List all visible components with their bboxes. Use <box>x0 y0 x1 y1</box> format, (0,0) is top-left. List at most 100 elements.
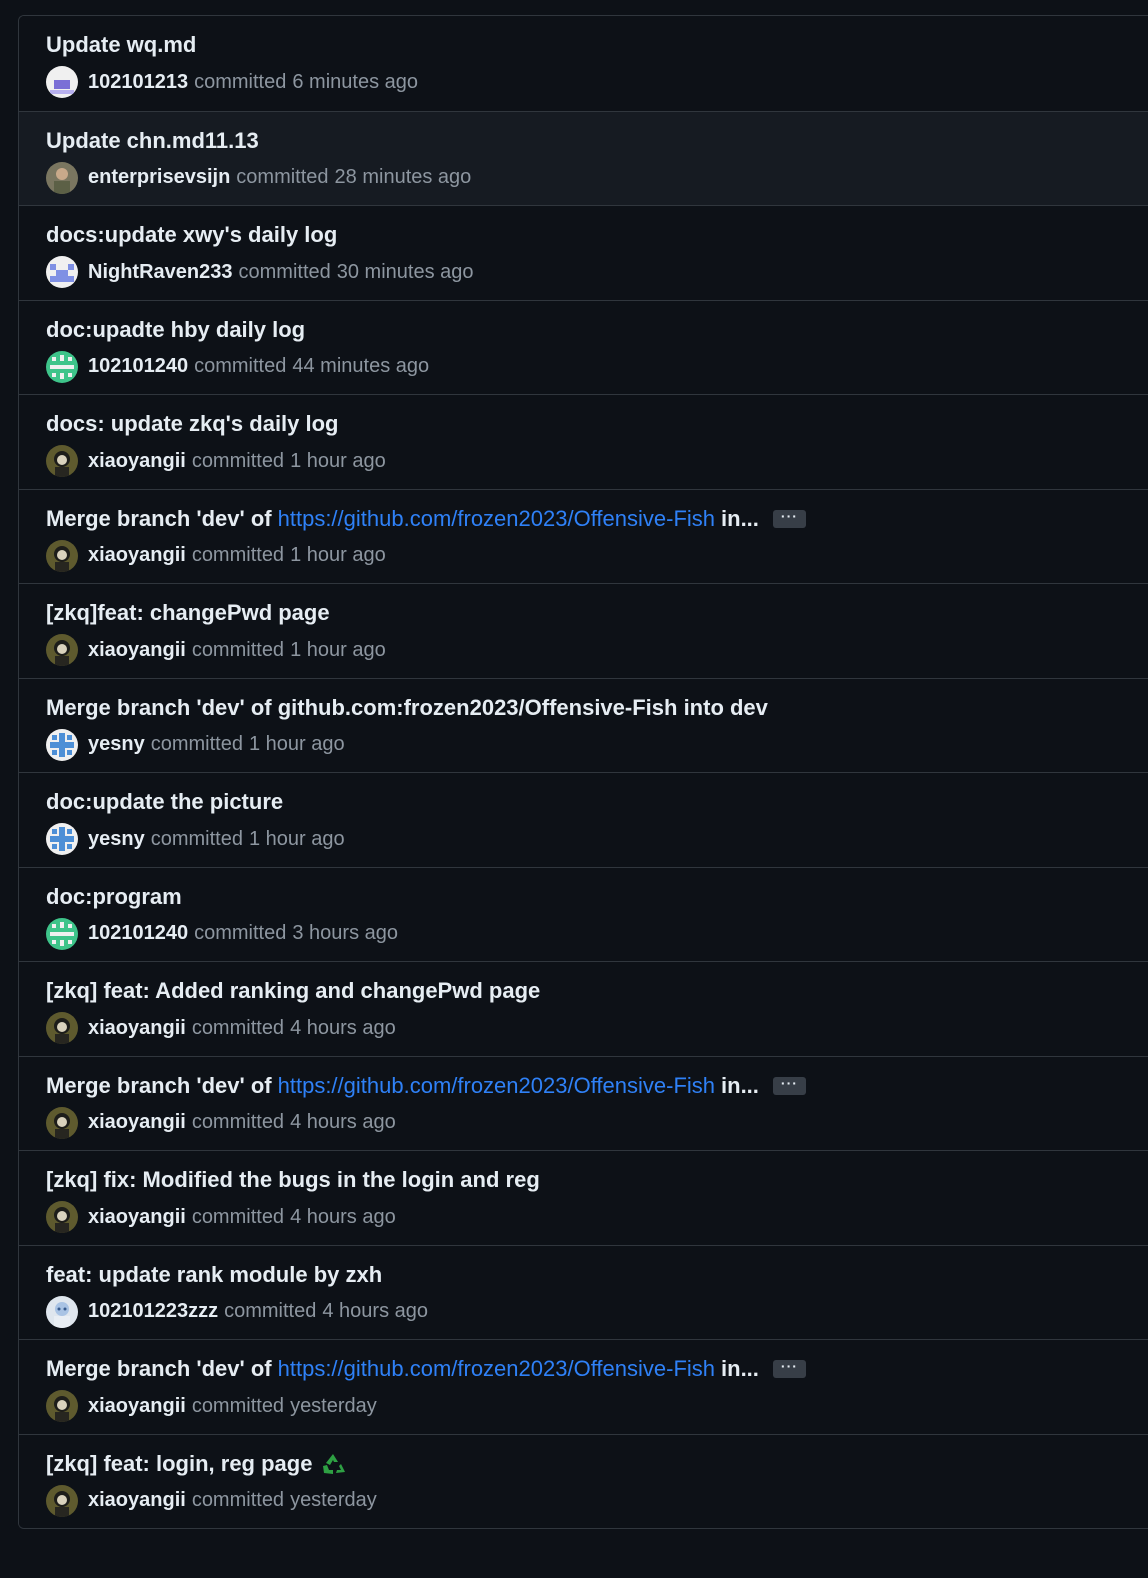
committed-label: committed <box>150 827 243 850</box>
commit-time: 28 minutes ago <box>334 166 472 188</box>
commit-row[interactable]: Update wq.md 102101213 committed 6 minutes … <box>19 16 1148 111</box>
commit-message-link[interactable]: Merge branch 'dev' of github.com:frozen2… <box>46 695 768 721</box>
commit-row[interactable]: [zkq]feat: changePwd page xiaoyangii commi… <box>19 583 1148 678</box>
author-link[interactable]: xiaoyangii <box>88 450 186 473</box>
author-link[interactable]: xiaoyangii <box>88 639 186 662</box>
commit-title: [zkq] feat: login, reg page <box>46 1451 346 1477</box>
commit-row[interactable]: docs: update zkq's daily log xiaoyangii co… <box>19 394 1148 489</box>
avatar[interactable] <box>46 1390 78 1422</box>
commit-row[interactable]: docs:update xwy's daily log NightRaven233… <box>19 205 1148 300</box>
avatar[interactable] <box>46 823 78 855</box>
avatar[interactable] <box>46 917 78 950</box>
committed-label: committed <box>191 544 285 566</box>
avatar[interactable] <box>46 256 78 288</box>
commit-time: 4 hours ago <box>290 1205 396 1228</box>
author-link[interactable]: xiaoyangii <box>88 1017 186 1040</box>
commit-message-link[interactable]: feat: update rank module by zxh <box>46 1262 382 1288</box>
committed-label: committed <box>194 355 287 377</box>
author-link[interactable]: yesny <box>88 828 145 851</box>
commit-message-suffix[interactable]: in... <box>721 506 759 532</box>
commit-row[interactable]: doc:update the picture yesny committed 1 ho… <box>19 772 1148 867</box>
commit-row[interactable]: [zkq] feat: login, reg page xiaoyangii com… <box>19 1433 1148 1528</box>
author-link[interactable]: xiaoyangii <box>88 544 186 567</box>
commit-row[interactable]: Merge branch 'dev' of https://github.com/… <box>19 1055 1148 1150</box>
avatar[interactable] <box>46 634 78 666</box>
commit-row[interactable]: [zkq] fix: Modified the bugs in the logi… <box>19 1150 1148 1245</box>
avatar[interactable] <box>46 1106 78 1139</box>
commit-message-link[interactable]: [zkq] feat: Added ranking and changePwd … <box>46 978 540 1004</box>
commit-row[interactable]: Update chn.md11.13 enterprisevsijn committ… <box>19 110 1148 205</box>
commit-meta: xiaoyangii committed 1 hour ago <box>46 445 386 477</box>
commit-time: 30 minutes ago <box>336 260 474 283</box>
author-link[interactable]: xiaoyangii <box>88 1206 186 1229</box>
committed-label: committed <box>191 1111 285 1133</box>
avatar[interactable] <box>46 1484 78 1517</box>
commit-message-link[interactable]: doc:program <box>46 884 182 910</box>
author-link[interactable]: xiaoyangii <box>88 1489 186 1512</box>
commit-message-link[interactable]: Merge branch 'dev' of <box>46 506 272 532</box>
commit-message-link[interactable]: doc:upadte hby daily log <box>46 317 305 343</box>
commit-row[interactable]: Merge branch 'dev' of https://github.com/… <box>19 1339 1148 1434</box>
avatar[interactable] <box>46 66 78 98</box>
commit-message-link[interactable]: docs:update xwy's daily log <box>46 222 337 248</box>
commit-meta: xiaoyangii committed yesterday <box>46 1390 377 1422</box>
author-link[interactable]: xiaoyangii <box>88 1111 186 1134</box>
author-link[interactable]: NightRaven233 <box>88 261 233 284</box>
avatar[interactable] <box>46 1012 78 1044</box>
commit-title: docs:update xwy's daily log <box>46 222 337 248</box>
commit-message-link[interactable]: Merge branch 'dev' of <box>46 1356 272 1382</box>
commit-message-link[interactable]: Merge branch 'dev' of <box>46 1073 272 1099</box>
committed-label: committed <box>224 1300 317 1322</box>
avatar[interactable] <box>46 1201 78 1233</box>
commit-title: docs: update zkq's daily log <box>46 411 339 437</box>
commit-time: 44 minutes ago <box>292 355 430 377</box>
commit-title: [zkq] feat: Added ranking and changePwd … <box>46 978 540 1004</box>
committed-label: committed <box>150 733 243 755</box>
commit-row[interactable]: Merge branch 'dev' of github.com:frozen2… <box>19 677 1148 772</box>
commit-message-link[interactable]: [zkq] fix: Modified the bugs in the logi… <box>46 1167 540 1193</box>
commit-message-suffix[interactable]: in... <box>721 1356 759 1382</box>
avatar[interactable] <box>46 161 78 194</box>
commit-row[interactable]: doc:program 102101240 committed 3 hours ago <box>19 866 1148 961</box>
commit-message-link[interactable]: Update chn.md11.13 <box>46 128 259 154</box>
expand-message-button[interactable]: ··· <box>772 509 806 528</box>
avatar[interactable] <box>46 728 78 761</box>
avatar[interactable] <box>46 1295 78 1328</box>
repo-url-link[interactable]: https://github.com/frozen2023/Offensive-… <box>278 1073 715 1099</box>
commit-message-link[interactable]: docs: update zkq's daily log <box>46 411 339 437</box>
avatar[interactable] <box>46 350 78 383</box>
author-link[interactable]: yesny <box>88 733 145 756</box>
committed-label: committed <box>191 1394 285 1417</box>
commit-message-link[interactable]: doc:update the picture <box>46 789 283 815</box>
commit-meta: enterprisevsijn committed 28 minutes ago <box>46 161 472 194</box>
commit-row[interactable]: doc:upadte hby daily log 102101240 committ… <box>19 299 1148 394</box>
repo-url-link[interactable]: https://github.com/frozen2023/Offensive-… <box>278 1356 715 1382</box>
commit-meta: xiaoyangii committed 4 hours ago <box>46 1106 396 1139</box>
author-link[interactable]: enterprisevsijn <box>88 166 230 189</box>
commit-title: doc:program <box>46 884 182 910</box>
commit-message-suffix[interactable]: in... <box>721 1073 759 1099</box>
author-link[interactable]: xiaoyangii <box>88 1395 186 1418</box>
commit-message-link[interactable]: [zkq]feat: changePwd page <box>46 600 330 626</box>
commit-title: feat: update rank module by zxh <box>46 1262 382 1288</box>
commit-row[interactable]: [zkq] feat: Added ranking and changePwd … <box>19 961 1148 1056</box>
author-link[interactable]: 102101240 <box>88 355 188 378</box>
expand-message-button[interactable]: ··· <box>772 1076 806 1095</box>
avatar[interactable] <box>46 445 78 477</box>
committed-label: committed <box>191 638 285 661</box>
commit-row[interactable]: feat: update rank module by zxh 102101223… <box>19 1244 1148 1339</box>
commit-list: Update wq.md 102101213 committed 6 minutes … <box>18 15 1148 1529</box>
commit-message-link[interactable]: Update wq.md <box>46 32 196 58</box>
commit-message-link[interactable]: [zkq] feat: login, reg page <box>46 1451 312 1477</box>
expand-message-button[interactable]: ··· <box>772 1359 806 1378</box>
author-link[interactable]: 102101223zzz <box>88 1300 218 1323</box>
avatar[interactable] <box>46 539 78 572</box>
author-link[interactable]: 102101213 <box>88 71 188 94</box>
author-link[interactable]: 102101240 <box>88 922 188 945</box>
commit-meta: 102101213 committed 6 minutes ago <box>46 66 418 98</box>
repo-url-link[interactable]: https://github.com/frozen2023/Offensive-… <box>278 506 715 532</box>
commit-row[interactable]: Merge branch 'dev' of https://github.com/… <box>19 488 1148 583</box>
commit-meta: xiaoyangii committed 1 hour ago <box>46 634 386 666</box>
commit-meta: 102101223zzz committed 4 hours ago <box>46 1295 428 1328</box>
commit-time: 6 minutes ago <box>292 70 418 93</box>
